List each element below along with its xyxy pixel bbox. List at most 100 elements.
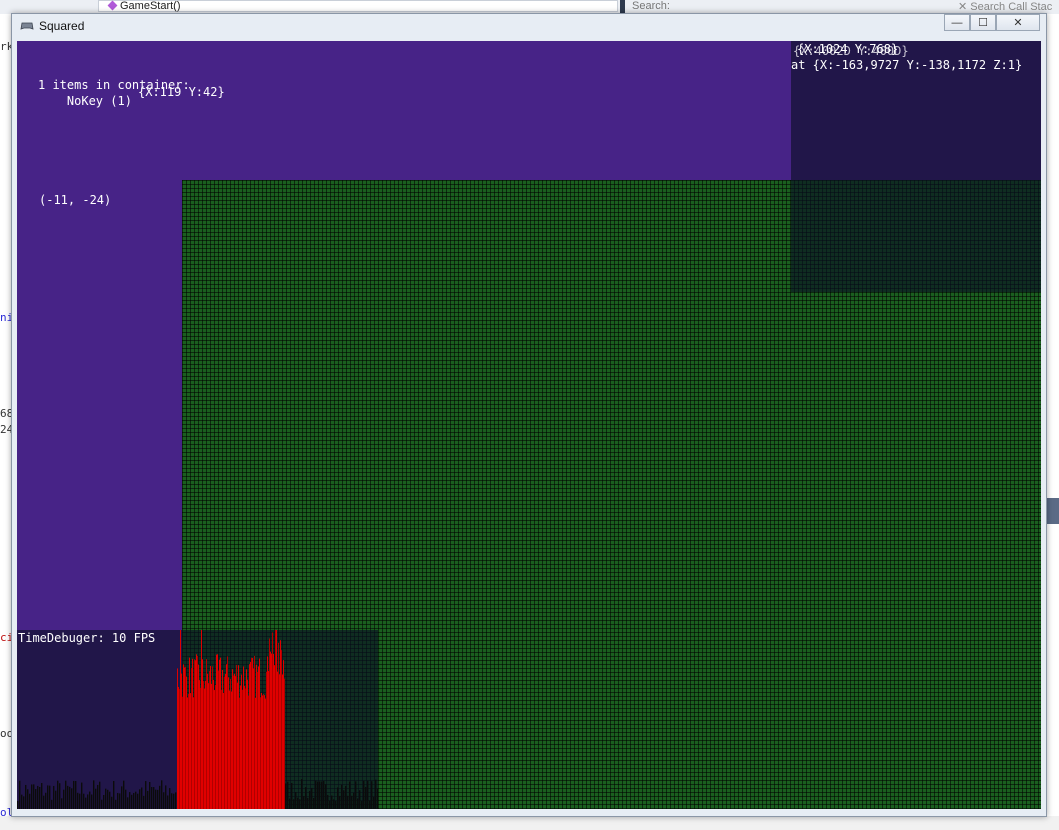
graph-spike (188, 694, 189, 809)
graph-bar (359, 790, 361, 809)
graph-bar (335, 800, 337, 809)
graph-bar (167, 795, 169, 809)
graph-spike (195, 660, 196, 809)
graph-spike (205, 680, 206, 809)
graph-bar (65, 780, 67, 809)
graph-spike (251, 657, 252, 809)
graph-spike (212, 666, 213, 809)
graph-bar (361, 800, 363, 809)
graph-spike (241, 674, 242, 809)
graph-spike (259, 658, 260, 809)
graph-bar (143, 795, 145, 809)
graph-bar (119, 793, 121, 809)
graph-spike (201, 630, 202, 809)
graph-bar (341, 784, 343, 809)
graph-bar (107, 789, 109, 809)
graph-spike (226, 664, 227, 809)
graph-spike (246, 669, 247, 809)
call-stack-search-input[interactable]: ✕ Search Call Stac (958, 0, 1052, 13)
graph-spike (177, 668, 178, 809)
graph-spike (281, 650, 282, 809)
graph-spike (261, 692, 262, 809)
graph-spike (264, 695, 265, 809)
graph-bar (83, 793, 85, 809)
graph-bar (327, 794, 329, 809)
graph-spike (256, 664, 257, 809)
graph-spike (184, 667, 185, 809)
graph-spike (236, 664, 237, 809)
graph-bar (31, 784, 33, 809)
graph-spike (231, 691, 232, 809)
graph-spike (283, 660, 284, 809)
window-titlebar[interactable]: Squared — ☐ ✕ (12, 14, 1046, 40)
tile-coords-text: (-11, -24) (39, 193, 112, 207)
graph-bar (111, 796, 113, 809)
graph-spike (193, 697, 194, 809)
game-viewport[interactable]: 1 items in container: NoKey (1) {X:119 Y… (17, 41, 1041, 809)
graph-spike (277, 671, 278, 809)
graph-bar (157, 789, 159, 809)
graph-spike (210, 665, 211, 809)
graph-spike (221, 690, 222, 809)
graph-bar (343, 790, 345, 809)
close-button[interactable]: ✕ (996, 14, 1040, 31)
graph-bar (351, 795, 353, 809)
minimize-button[interactable]: — (944, 14, 970, 31)
graph-bar (315, 780, 317, 809)
graph-bar (319, 781, 321, 809)
graph-bar (41, 783, 43, 809)
graph-spike (196, 654, 197, 809)
graph-spike (213, 679, 214, 809)
graph-bar (171, 793, 173, 809)
graph-bar (299, 799, 301, 809)
graph-bar (77, 792, 79, 809)
graph-bar (325, 784, 327, 809)
graph-spike (182, 696, 183, 809)
graph-bar (287, 781, 289, 809)
graph-bar (301, 779, 303, 809)
graph-bar (89, 791, 91, 809)
graph-bar (21, 794, 23, 809)
maximize-button[interactable]: ☐ (970, 14, 996, 31)
graph-spike (275, 630, 276, 809)
graph-spike (253, 668, 254, 809)
ide-member-dropdown[interactable]: GameStart() (98, 0, 618, 12)
graph-bar (97, 784, 99, 809)
graph-spike (263, 694, 264, 809)
graph-bar (355, 781, 357, 809)
graph-spike (262, 695, 263, 809)
ide-side-tab[interactable] (1046, 498, 1059, 524)
graph-spike (258, 666, 259, 809)
graph-spike (234, 673, 235, 809)
graph-bar (75, 781, 77, 809)
graph-bar (113, 781, 115, 809)
graph-bar (285, 783, 287, 809)
graph-spike (265, 698, 266, 809)
graph-bar (93, 780, 95, 809)
graph-bar (147, 790, 149, 809)
graph-spike (279, 674, 280, 809)
graph-bar (81, 782, 83, 809)
graph-spike (181, 673, 182, 809)
graph-bar (151, 787, 153, 809)
graph-bar (169, 788, 171, 809)
graph-spike (238, 665, 239, 809)
graph-bar (137, 793, 139, 809)
graph-spike (187, 697, 188, 809)
fps-text: TimeDebuger: 10 FPS (18, 631, 156, 645)
graph-spike (209, 671, 210, 809)
graph-bar (139, 789, 141, 809)
graph-spike (272, 632, 273, 809)
graph-bar (115, 799, 117, 809)
graph-spike (250, 661, 251, 809)
graph-bar (121, 786, 123, 809)
graph-spike (211, 683, 212, 809)
graph-bar (23, 796, 25, 809)
graph-spike (222, 669, 223, 809)
graph-bar (373, 796, 375, 809)
graph-spike (247, 679, 248, 809)
camera-info-panel (791, 41, 1041, 292)
graph-spike (270, 651, 271, 809)
window-title: Squared (39, 19, 85, 33)
graph-bar (63, 789, 65, 809)
